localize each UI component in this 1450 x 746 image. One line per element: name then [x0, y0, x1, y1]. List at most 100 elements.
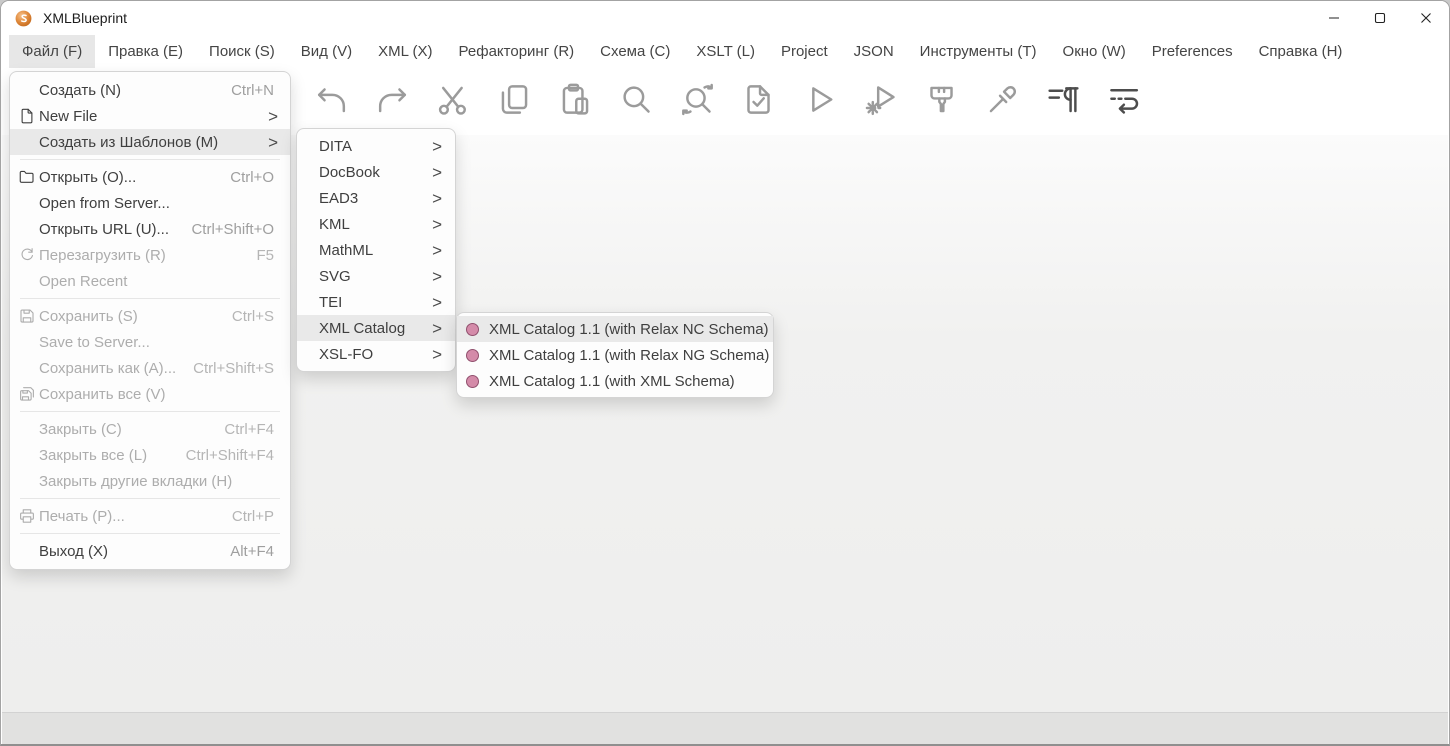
- shortcut-label: Ctrl+F4: [224, 420, 274, 438]
- find-again-icon: [681, 83, 713, 115]
- find-again-button[interactable]: [675, 75, 719, 123]
- menu-schema[interactable]: Схема (C): [587, 35, 683, 68]
- open-folder-icon: [18, 168, 39, 186]
- shortcut-label: Ctrl+O: [230, 168, 274, 186]
- run-configuration-icon: [865, 85, 895, 115]
- redo-button[interactable]: [370, 75, 414, 123]
- save-icon: [18, 307, 39, 325]
- menu-item-exit[interactable]: Выход (X) Alt+F4: [10, 538, 290, 564]
- menu-separator: [20, 533, 280, 534]
- close-icon: [1421, 13, 1431, 23]
- new-file-icon: [18, 107, 39, 125]
- copy-button[interactable]: [492, 75, 536, 123]
- formatting-marks-button[interactable]: [1041, 75, 1085, 123]
- save-all-icon: [18, 385, 39, 403]
- template-item-docbook[interactable]: DocBook >: [297, 159, 455, 185]
- menu-item-save-to-server: Save to Server...: [39, 333, 150, 351]
- template-item-svg[interactable]: SVG >: [297, 263, 455, 289]
- menu-item-open-from-server[interactable]: Open from Server...: [10, 190, 290, 216]
- close-button[interactable]: [1403, 1, 1449, 35]
- menu-item-open-url[interactable]: Открыть URL (U)... Ctrl+Shift+O: [10, 216, 290, 242]
- format-brush-button[interactable]: [919, 75, 963, 123]
- print-icon: [18, 507, 39, 525]
- reload-icon: [18, 246, 39, 264]
- run-configuration-button[interactable]: [858, 75, 902, 123]
- menu-item-new-from-templates[interactable]: Создать из Шаблонов (M) >: [10, 129, 290, 155]
- template-item-kml[interactable]: KML >: [297, 211, 455, 237]
- word-wrap-icon: [1109, 88, 1138, 114]
- templates-submenu: DITA > DocBook > EAD3 > KML > MathML > S…: [296, 128, 456, 372]
- menu-xslt[interactable]: XSLT (L): [683, 35, 768, 68]
- file-menu-dropdown: Создать (N) Ctrl+N New File > Создать из…: [9, 71, 291, 570]
- word-wrap-button[interactable]: [1102, 75, 1146, 123]
- window-title: XMLBlueprint: [43, 10, 128, 26]
- menu-separator: [20, 159, 280, 160]
- catalog-item-xml-schema[interactable]: XML Catalog 1.1 (with XML Schema): [457, 368, 773, 394]
- undo-icon: [317, 87, 345, 112]
- menu-item-reload: Перезагрузить (R) F5: [10, 242, 290, 268]
- menu-item-new-file[interactable]: New File >: [10, 103, 290, 129]
- menu-window[interactable]: Окно (W): [1050, 35, 1139, 68]
- catalog-item-relax-ng[interactable]: XML Catalog 1.1 (with Relax NG Schema): [457, 342, 773, 368]
- format-brush-icon: [929, 86, 953, 112]
- color-picker-icon: [989, 85, 1016, 112]
- paste-icon: [562, 83, 588, 115]
- paste-button[interactable]: [553, 75, 597, 123]
- menu-bar: Файл (F) Правка (E) Поиск (S) Вид (V) XM…: [1, 35, 1449, 68]
- submenu-arrow: >: [432, 188, 442, 208]
- find-button[interactable]: [614, 75, 658, 123]
- run-icon: [811, 86, 832, 112]
- minimize-button[interactable]: [1311, 1, 1357, 35]
- submenu-arrow: >: [432, 292, 442, 312]
- shortcut-label: F5: [256, 246, 274, 264]
- menu-xml[interactable]: XML (X): [365, 35, 445, 68]
- menu-item-open[interactable]: Открыть (O)... Ctrl+O: [10, 164, 290, 190]
- formatting-marks-icon: [1047, 86, 1079, 112]
- menu-view[interactable]: Вид (V): [288, 35, 365, 68]
- template-item-xml-catalog[interactable]: XML Catalog >: [297, 315, 455, 341]
- menu-file[interactable]: Файл (F): [9, 35, 96, 68]
- shortcut-label: Ctrl+N: [231, 81, 274, 99]
- menu-item-close-all: Закрыть все (L) Ctrl+Shift+F4: [39, 446, 274, 464]
- submenu-arrow: >: [432, 214, 442, 234]
- menu-item-close-other-tabs: Закрыть другие вкладки (H): [39, 472, 233, 490]
- validate-document-icon: [746, 84, 770, 114]
- submenu-arrow: >: [432, 240, 442, 260]
- color-picker-button[interactable]: [980, 75, 1024, 123]
- menu-project[interactable]: Project: [768, 35, 841, 68]
- submenu-arrow: >: [268, 106, 278, 126]
- submenu-arrow: >: [432, 136, 442, 156]
- menu-search[interactable]: Поиск (S): [196, 35, 288, 68]
- template-item-dita[interactable]: DITA >: [297, 133, 455, 159]
- submenu-arrow: >: [432, 266, 442, 286]
- menu-help[interactable]: Справка (H): [1246, 35, 1356, 68]
- menu-tools[interactable]: Инструменты (T): [907, 35, 1050, 68]
- catalog-item-relax-nc[interactable]: XML Catalog 1.1 (with Relax NC Schema): [457, 316, 773, 342]
- menu-item-new[interactable]: Создать (N) Ctrl+N: [10, 77, 290, 103]
- menu-separator: [20, 411, 280, 412]
- template-item-xsl-fo[interactable]: XSL-FO >: [297, 341, 455, 367]
- template-item-ead3[interactable]: EAD3 >: [297, 185, 455, 211]
- menu-preferences[interactable]: Preferences: [1139, 35, 1246, 68]
- cut-icon: [438, 86, 466, 115]
- shortcut-label: Ctrl+Shift+S: [193, 359, 274, 377]
- menu-item-open-recent: Open Recent: [39, 272, 128, 290]
- run-button[interactable]: [797, 75, 841, 123]
- menu-item-print: Печать (P)... Ctrl+P: [10, 503, 290, 529]
- shortcut-label: Ctrl+P: [231, 507, 274, 525]
- validate-button[interactable]: [736, 75, 780, 123]
- menu-edit[interactable]: Правка (E): [95, 35, 196, 68]
- copy-icon: [501, 84, 527, 114]
- template-item-mathml[interactable]: MathML >: [297, 237, 455, 263]
- cut-button[interactable]: [431, 75, 475, 123]
- xml-catalog-submenu: XML Catalog 1.1 (with Relax NC Schema) X…: [456, 312, 774, 398]
- menu-json[interactable]: JSON: [841, 35, 907, 68]
- menu-item-save: Сохранить (S) Ctrl+S: [10, 303, 290, 329]
- undo-button[interactable]: [309, 75, 353, 123]
- toolbar: [309, 75, 1146, 123]
- menu-item-close: Закрыть (C) Ctrl+F4: [39, 420, 274, 438]
- menu-separator: [20, 498, 280, 499]
- menu-refactoring[interactable]: Рефакторинг (R): [446, 35, 588, 68]
- maximize-button[interactable]: [1357, 1, 1403, 35]
- template-item-tei[interactable]: TEI >: [297, 289, 455, 315]
